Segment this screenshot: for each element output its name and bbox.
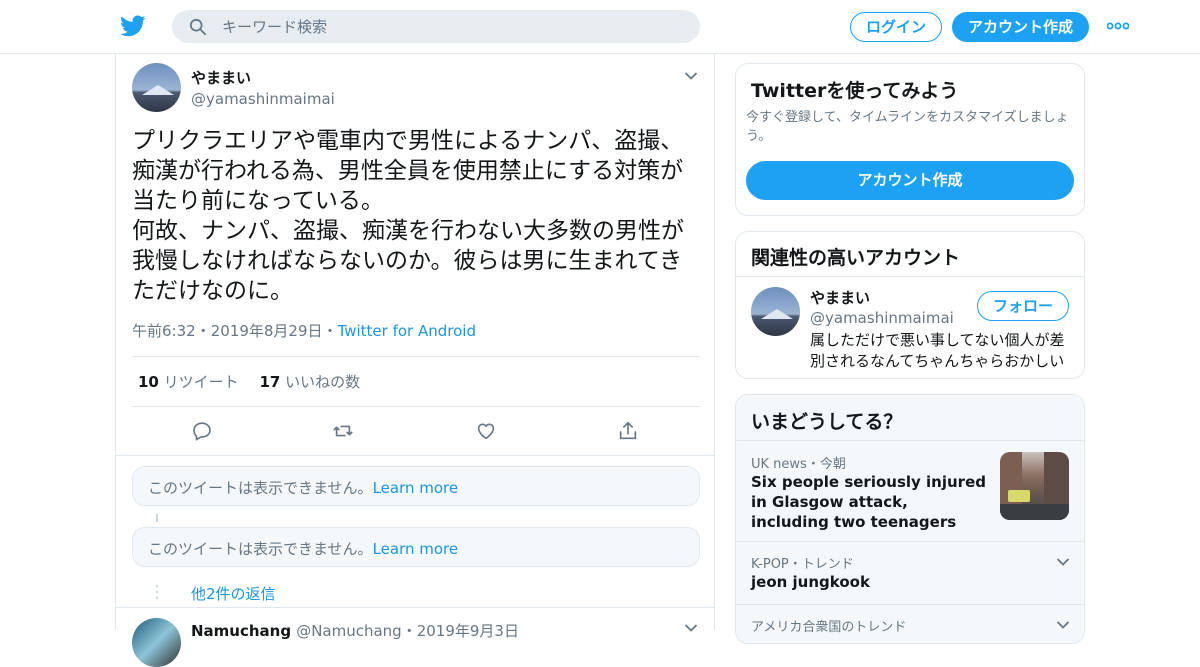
reply-date[interactable]: 2019年9月3日	[417, 622, 519, 640]
unavailable-tweet-notice: このツイートは表示できません。Learn more	[132, 466, 700, 506]
signup-button[interactable]: アカウント作成	[952, 12, 1089, 42]
like-heart-icon[interactable]	[475, 420, 497, 442]
tweet-stats: 10 リツイート 17 いいねの数	[132, 356, 700, 407]
reply-author-handle[interactable]: @Namuchang	[296, 622, 402, 640]
like-stat[interactable]: 17 いいねの数	[259, 373, 360, 391]
like-count: 17	[259, 373, 281, 391]
trend-time: 今朝	[819, 457, 846, 472]
like-label: いいねの数	[285, 373, 361, 391]
retweet-count: 10	[138, 373, 159, 391]
reply-icon[interactable]	[191, 420, 213, 442]
divider	[116, 607, 714, 608]
retweet-label: リツイート	[163, 373, 239, 391]
search-input[interactable]	[222, 10, 682, 43]
reply-author-name[interactable]: Namuchang	[191, 622, 291, 640]
retweet-icon[interactable]	[332, 420, 354, 442]
divider	[736, 276, 1084, 277]
search-icon	[189, 18, 207, 36]
top-navigation-bar: ログイン アカウント作成	[0, 0, 1200, 54]
trend-item[interactable]: アメリカ合衆国のトレンド	[736, 604, 1084, 643]
thread-dots-icon	[155, 584, 159, 600]
learn-more-link[interactable]: Learn more	[373, 540, 459, 558]
trend-item[interactable]: K-POP・トレンド jeon jungkook	[736, 541, 1084, 604]
tweet-source-link[interactable]: Twitter for Android	[338, 322, 476, 340]
separator: ・	[401, 622, 417, 640]
separator: ・	[806, 457, 820, 472]
tweet-metadata: 午前6:32・2019年8月29日・Twitter for Android	[132, 320, 476, 341]
separator: ・	[195, 322, 211, 340]
related-account-name[interactable]: やままい	[810, 287, 954, 308]
tweet-author[interactable]: やままい @yamashinmaimai	[191, 67, 335, 108]
trends-title: いまどうしてる？	[751, 411, 903, 433]
tweet-text: プリクラエリアや電車内で男性によるナンパ、盗撮、痴漢が行われる為、男性全員を使用…	[132, 128, 684, 304]
trend-name[interactable]: jeon jungkook	[751, 573, 870, 591]
chevron-down-icon[interactable]	[684, 71, 698, 81]
related-account-bio: 属しただけで悪い事してない個人が差別されるなんてちゃんちゃらおかしい	[810, 331, 1065, 370]
more-options-icon[interactable]	[1107, 22, 1129, 30]
unavailable-text: このツイートは表示できません。	[148, 540, 373, 558]
avatar[interactable]	[132, 63, 181, 112]
unavailable-text: このツイートは表示できません。	[148, 479, 373, 497]
thread-connector	[156, 514, 158, 522]
tweet-actions	[116, 407, 714, 456]
chevron-down-icon[interactable]	[684, 623, 698, 633]
reply-author[interactable]: Namuchang @Namuchang・2019年9月3日	[191, 620, 519, 641]
related-accounts-card: 関連性の高いアカウント やままい @yamashinmaimai フォロー 属し…	[735, 231, 1085, 379]
avatar[interactable]	[132, 618, 181, 667]
login-button[interactable]: ログイン	[850, 12, 942, 42]
separator: ・	[322, 322, 338, 340]
share-icon[interactable]	[617, 420, 639, 442]
author-handle[interactable]: @yamashinmaimai	[191, 90, 335, 108]
trend-headline[interactable]: Six people seriously injured in Glasgow …	[751, 472, 986, 532]
trend-category: UK news	[751, 457, 807, 472]
twitter-bird-icon[interactable]	[120, 13, 146, 39]
trend-item[interactable]: UK news・今朝 Six people seriously injured …	[736, 440, 1084, 541]
tweet-time[interactable]: 午前6:32	[132, 322, 196, 340]
signup-card-button[interactable]: アカウント作成	[746, 161, 1074, 200]
tweet-permalink-column: やままい @yamashinmaimai プリクラエリアや電車内で男性によるナン…	[115, 54, 715, 667]
show-more-replies-link[interactable]: 他2件の返信	[191, 583, 276, 604]
signup-card-title: Twitterを使ってみよう	[751, 80, 959, 102]
unavailable-tweet-notice: このツイートは表示できません。Learn more	[132, 527, 700, 567]
chevron-down-icon[interactable]	[1056, 557, 1070, 567]
related-account-handle[interactable]: @yamashinmaimai	[810, 309, 954, 327]
related-accounts-title: 関連性の高いアカウント	[751, 247, 961, 269]
trend-category: K-POP・トレンド	[751, 557, 854, 572]
learn-more-link[interactable]: Learn more	[373, 479, 459, 497]
tweet-date[interactable]: 2019年8月29日	[211, 322, 323, 340]
signup-card: Twitterを使ってみよう 今すぐ登録して、タイムラインをカスタマイズしましょ…	[735, 63, 1085, 216]
retweet-stat[interactable]: 10 リツイート	[138, 373, 239, 391]
chevron-down-icon[interactable]	[1056, 620, 1070, 630]
trend-thumbnail-image[interactable]	[1000, 452, 1069, 520]
follow-button[interactable]: フォロー	[977, 291, 1069, 321]
related-account[interactable]: やままい @yamashinmaimai	[810, 287, 954, 327]
search-box[interactable]	[172, 10, 700, 43]
trends-card: いまどうしてる？ UK news・今朝 Six people seriously…	[735, 394, 1085, 644]
author-name[interactable]: やままい	[191, 67, 335, 88]
trend-meta: UK news・今朝	[751, 453, 846, 472]
avatar[interactable]	[751, 287, 800, 336]
trend-category: アメリカ合衆国のトレンド	[751, 620, 907, 635]
signup-card-description: 今すぐ登録して、タイムラインをカスタマイズしましょう。	[746, 110, 1069, 144]
